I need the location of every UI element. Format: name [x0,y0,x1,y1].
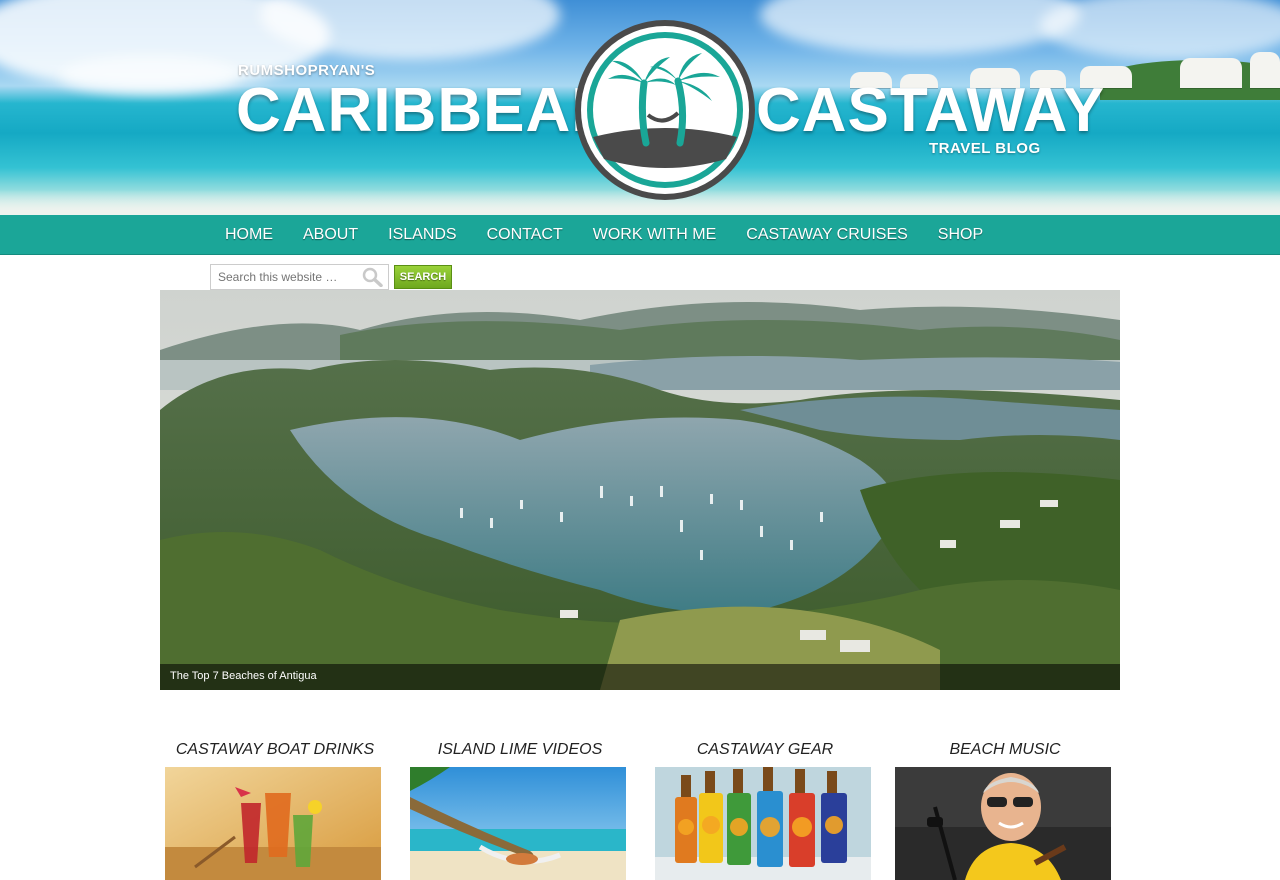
search-button[interactable]: SEARCH [394,265,452,289]
magnifier-icon [362,267,383,287]
feature-title[interactable]: CASTAWAY BOAT DRINKS [160,740,390,762]
header-banner: RUMSHOPRYAN'S CARIBBEAN CASTAWAY TRAVEL … [0,0,1280,215]
cocktails-image[interactable] [165,767,381,880]
nav-item-home[interactable]: HOME [210,215,288,255]
logo-subtitle: TRAVEL BLOG [929,140,1041,157]
musician-image[interactable] [895,767,1111,880]
hammock-beach-image[interactable] [410,767,626,880]
featured-slide[interactable]: The Top 7 Beaches of Antigua [160,290,1120,690]
nav-menu: HOME ABOUT ISLANDS CONTACT WORK WITH ME … [210,215,998,255]
nav-item-islands[interactable]: ISLANDS [373,215,471,255]
feature-castaway-gear: CASTAWAY GEAR [650,740,880,880]
cloud [760,0,1080,55]
feature-boat-drinks: CASTAWAY BOAT DRINKS [160,740,390,880]
palm-island-logo-icon [575,20,755,200]
feature-island-lime-videos: ISLAND LIME VIDEOS [405,740,635,880]
main-navigation: HOME ABOUT ISLANDS CONTACT WORK WITH ME … [0,215,1280,255]
feature-title[interactable]: ISLAND LIME VIDEOS [405,740,635,762]
nav-item-work-with-me[interactable]: WORK WITH ME [578,215,732,255]
feature-title[interactable]: CASTAWAY GEAR [650,740,880,762]
cloud [60,55,240,95]
bay-landscape-image [160,290,1120,690]
koozies-bottles-image[interactable] [655,767,871,880]
nav-item-about[interactable]: ABOUT [288,215,373,255]
slide-caption[interactable]: The Top 7 Beaches of Antigua [170,670,317,682]
logo-title-left: CARIBBEAN [236,76,617,145]
logo-title-right: CASTAWAY [756,76,1106,145]
slide-caption-bar: The Top 7 Beaches of Antigua [160,664,1120,690]
feature-title[interactable]: BEACH MUSIC [890,740,1120,762]
nav-item-contact[interactable]: CONTACT [472,215,578,255]
nav-item-castaway-cruises[interactable]: CASTAWAY CRUISES [731,215,923,255]
nav-item-shop[interactable]: SHOP [923,215,998,255]
feature-beach-music: BEACH MUSIC [890,740,1120,880]
